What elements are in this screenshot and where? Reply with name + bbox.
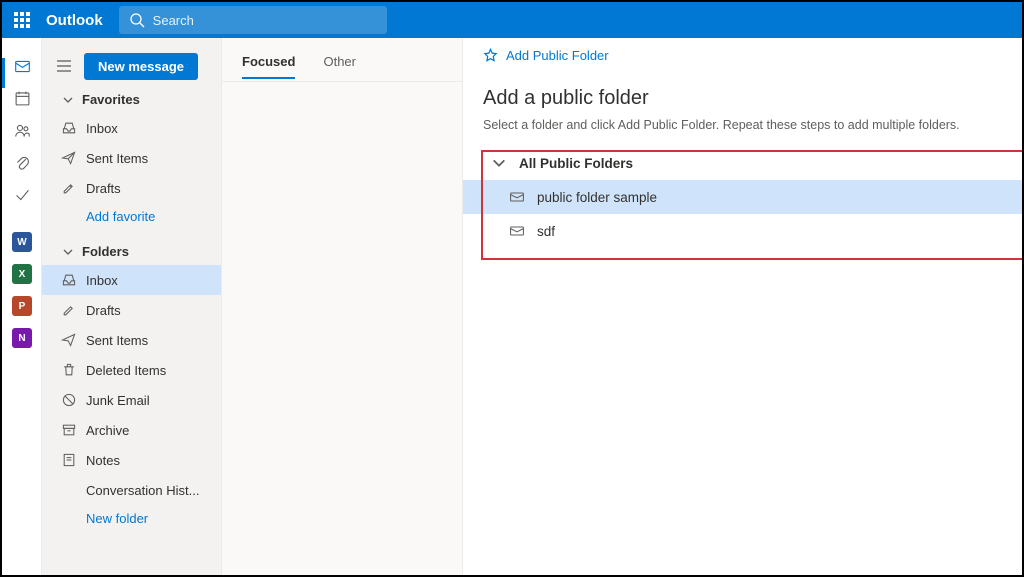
fav-drafts[interactable]: Drafts [42,173,221,203]
folder-deleted-label: Deleted Items [80,363,166,378]
archive-icon [58,422,80,438]
powerpoint-icon: P [12,296,32,316]
app-name: Outlook [42,12,119,29]
trash-icon [58,362,80,378]
inbox-icon [58,272,80,288]
folder-archive[interactable]: Archive [42,415,221,445]
star-add-icon [483,48,498,63]
folder-drafts-label: Drafts [80,303,121,318]
search-box[interactable] [119,6,387,34]
add-favorite-link[interactable]: Add favorite [42,203,221,234]
fav-sent[interactable]: Sent Items [42,143,221,173]
pf-item-label: public folder sample [537,190,657,205]
folders-label: Folders [82,244,129,259]
inbox-icon [58,120,80,136]
draft-icon [58,302,80,318]
word-icon: W [12,232,32,252]
folder-sent-label: Sent Items [80,333,148,348]
folder-junk-label: Junk Email [80,393,150,408]
rail-calendar[interactable] [2,82,42,114]
tab-focused[interactable]: Focused [242,41,295,78]
pf-item-label: sdf [537,224,555,239]
rail-onenote[interactable]: N [2,322,42,354]
chevron-down-icon [58,94,78,106]
check-icon [14,186,31,203]
favorites-label: Favorites [82,92,140,107]
hamburger-button[interactable] [52,59,76,73]
search-icon [129,12,145,28]
folder-inbox[interactable]: Inbox [42,265,221,295]
send-icon [58,332,80,348]
app-launcher-button[interactable] [2,2,42,38]
onenote-icon: N [12,328,32,348]
mail-icon [507,189,527,205]
add-public-folder-panel: Add Public Folder Add a public folder Se… [462,38,1022,575]
junk-icon [58,392,80,408]
folder-notes-label: Notes [80,453,120,468]
tab-other[interactable]: Other [323,41,356,78]
rail-files[interactable] [2,146,42,178]
folder-sent[interactable]: Sent Items [42,325,221,355]
search-input[interactable] [153,13,329,28]
pf-root-label: All Public Folders [519,156,633,171]
folder-pane: New message Favorites Inbox Sent Items D… [42,38,222,575]
folder-drafts[interactable]: Drafts [42,295,221,325]
rail-powerpoint[interactable]: P [2,290,42,322]
add-public-folder-label: Add Public Folder [506,48,609,63]
excel-icon: X [12,264,32,284]
new-message-button[interactable]: New message [84,53,198,80]
add-public-folder-button[interactable]: Add Public Folder [463,38,1022,73]
draft-icon [58,180,80,196]
folder-junk[interactable]: Junk Email [42,385,221,415]
pf-item-sample[interactable]: public folder sample [463,180,1022,214]
fav-sent-label: Sent Items [80,151,148,166]
hamburger-icon [56,59,72,73]
waffle-icon [14,12,30,28]
folder-inbox-label: Inbox [80,273,118,288]
notes-icon [58,452,80,468]
fav-inbox-label: Inbox [80,121,118,136]
panel-description: Select a folder and click Add Public Fol… [463,118,1022,146]
folder-archive-label: Archive [80,423,129,438]
folders-header[interactable]: Folders [42,234,221,265]
attachment-icon [14,154,31,171]
panel-title: Add a public folder [463,73,1022,118]
chevron-down-icon [58,246,78,258]
rail-mail[interactable] [2,50,42,82]
folder-conv-label: Conversation Hist... [80,483,199,498]
chevron-down-icon [489,155,509,171]
top-bar: Outlook [2,2,1022,38]
folder-notes[interactable]: Notes [42,445,221,475]
rail-people[interactable] [2,114,42,146]
calendar-icon [14,90,31,107]
public-folder-tree: All Public Folders public folder sample … [463,146,1022,248]
fav-inbox[interactable]: Inbox [42,113,221,143]
folder-conversation-history[interactable]: Conversation Hist... [42,475,221,505]
favorites-header[interactable]: Favorites [42,82,221,113]
folder-deleted[interactable]: Deleted Items [42,355,221,385]
rail-active-indicator [2,58,5,88]
mail-icon [14,58,31,75]
rail-word[interactable]: W [2,226,42,258]
pf-root[interactable]: All Public Folders [463,146,1022,180]
send-icon [58,150,80,166]
app-rail: W X P N [2,38,42,575]
rail-excel[interactable]: X [2,258,42,290]
fav-drafts-label: Drafts [80,181,121,196]
mail-icon [507,223,527,239]
rail-todo[interactable] [2,178,42,210]
people-icon [14,122,31,139]
pf-item-sdf[interactable]: sdf [463,214,1022,248]
new-folder-link[interactable]: New folder [42,505,221,536]
